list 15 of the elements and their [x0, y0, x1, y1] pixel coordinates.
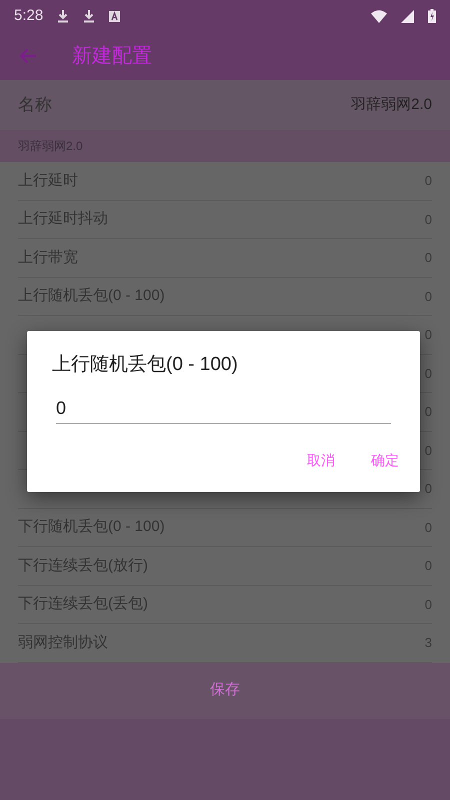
back-arrow-icon	[19, 48, 37, 64]
dialog-button[interactable]: 取消	[299, 444, 343, 476]
signal-icon	[401, 10, 414, 22]
toolbar-title: 新建配置	[72, 44, 152, 69]
dialog-title: 上行随机丢包(0 - 100)	[52, 353, 239, 377]
battery-icon	[428, 9, 436, 23]
download-icon	[57, 9, 70, 23]
name-value: 羽辞弱网2.0	[351, 94, 432, 115]
input-field[interactable]: 0	[56, 394, 391, 424]
status-time: 5:28	[14, 6, 44, 26]
app-notification-icon	[109, 10, 120, 22]
download-icon	[83, 9, 96, 23]
save-button[interactable]: 保存	[0, 662, 450, 718]
dialog-button[interactable]: 确定	[363, 444, 407, 476]
wifi-icon	[371, 10, 387, 22]
